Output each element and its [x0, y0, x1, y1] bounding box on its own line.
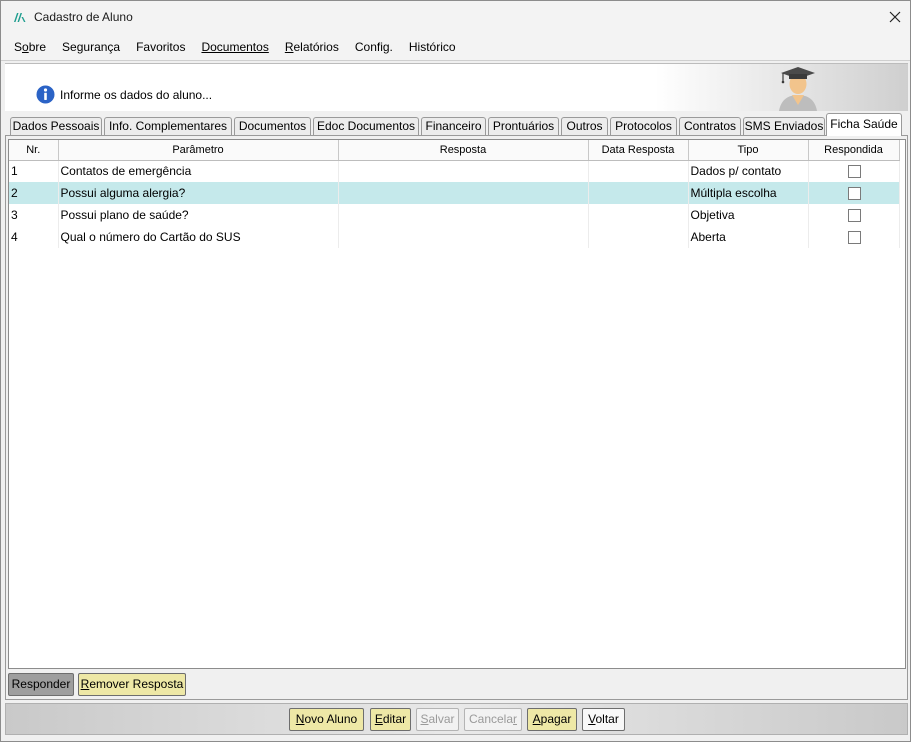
- app-logo-icon: [14, 13, 26, 22]
- tab-outros[interactable]: Outros: [561, 117, 608, 136]
- title-bar: Cadastro de Aluno: [1, 1, 910, 34]
- cell-tipo[interactable]: Aberta: [688, 226, 809, 248]
- cell-data-resposta[interactable]: [588, 204, 689, 226]
- respondida-checkbox[interactable]: [848, 187, 861, 201]
- voltar-button[interactable]: Voltar: [582, 708, 625, 731]
- menu-seguranca[interactable]: Segurança: [54, 40, 128, 54]
- editar-button[interactable]: Editar: [370, 708, 411, 731]
- cell-tipo[interactable]: Objetiva: [688, 204, 809, 226]
- cell-nr[interactable]: 3: [9, 204, 59, 226]
- col-header-nr[interactable]: Nr.: [9, 140, 59, 161]
- apagar-button[interactable]: Apagar: [527, 708, 577, 731]
- col-header-resposta[interactable]: Resposta: [338, 140, 589, 161]
- cell-tipo[interactable]: Múltipla escolha: [688, 182, 809, 204]
- info-banner: Informe os dados do aluno...: [5, 63, 908, 111]
- cell-resposta[interactable]: [338, 160, 589, 182]
- cell-nr[interactable]: 1: [9, 160, 59, 182]
- tab-panel-ficha-saude: Nr. Parâmetro Resposta Data Resposta Tip…: [5, 135, 908, 700]
- footer-toolbar: Novo Aluno Editar Salvar Cancelar Apagar…: [5, 703, 908, 735]
- info-message: Informe os dados do aluno...: [60, 88, 213, 102]
- cell-nr[interactable]: 4: [9, 226, 59, 248]
- col-header-parametro[interactable]: Parâmetro: [58, 140, 339, 161]
- menu-config[interactable]: Config.: [347, 40, 401, 54]
- tab-documentos[interactable]: Documentos: [234, 117, 311, 136]
- cell-resposta[interactable]: [338, 226, 589, 248]
- close-button[interactable]: [880, 1, 910, 33]
- remover-resposta-button[interactable]: Remover Resposta: [78, 673, 186, 696]
- cell-data-resposta[interactable]: [588, 226, 689, 248]
- cell-tipo[interactable]: Dados p/ contato: [688, 160, 809, 182]
- cell-respondida: [808, 160, 900, 182]
- tab-protocolos[interactable]: Protocolos: [610, 117, 677, 136]
- salvar-button[interactable]: Salvar: [416, 708, 459, 731]
- cancelar-button[interactable]: Cancelar: [464, 708, 522, 731]
- menu-favoritos[interactable]: Favoritos: [128, 40, 193, 54]
- cell-data-resposta[interactable]: [588, 182, 689, 204]
- col-header-tipo[interactable]: Tipo: [688, 140, 809, 161]
- respondida-checkbox[interactable]: [848, 165, 861, 179]
- tab-edoc-documentos[interactable]: Edoc Documentos: [313, 117, 419, 136]
- responder-button[interactable]: Responder: [8, 673, 74, 696]
- cell-data-resposta[interactable]: [588, 160, 689, 182]
- cell-parametro[interactable]: Possui alguma alergia?: [58, 182, 339, 204]
- tab-financeiro[interactable]: Financeiro: [421, 117, 486, 136]
- cell-parametro[interactable]: Qual o número do Cartão do SUS: [58, 226, 339, 248]
- cell-respondida: [808, 182, 900, 204]
- grid-header-row: Nr. Parâmetro Resposta Data Resposta Tip…: [9, 140, 900, 161]
- graduate-avatar-icon: [779, 67, 817, 111]
- col-header-data-resposta[interactable]: Data Resposta: [588, 140, 689, 161]
- menu-bar: Sobre Segurança Favoritos Documentos Rel…: [1, 34, 910, 61]
- tab-ficha-saude[interactable]: Ficha Saúde: [826, 113, 902, 136]
- menu-relatorios[interactable]: Relatórios: [277, 40, 347, 54]
- cell-resposta[interactable]: [338, 182, 589, 204]
- tab-contratos[interactable]: Contratos: [679, 117, 741, 136]
- table-row[interactable]: 1 Contatos de emergência Dados p/ contat…: [9, 160, 900, 182]
- health-questions-grid[interactable]: Nr. Parâmetro Resposta Data Resposta Tip…: [8, 139, 906, 669]
- cell-nr[interactable]: 2: [9, 182, 59, 204]
- table-row[interactable]: 3 Possui plano de saúde? Objetiva: [9, 204, 900, 226]
- menu-historico[interactable]: Histórico: [401, 40, 464, 54]
- respondida-checkbox[interactable]: [848, 231, 861, 245]
- tab-dados-pessoais[interactable]: Dados Pessoais: [10, 117, 102, 136]
- col-header-respondida[interactable]: Respondida: [808, 140, 900, 161]
- tab-bar: Dados Pessoais Info. Complementares Docu…: [7, 113, 906, 136]
- respondida-checkbox[interactable]: [848, 209, 861, 223]
- window-title: Cadastro de Aluno: [34, 10, 133, 24]
- cell-respondida: [808, 226, 900, 248]
- menu-documentos[interactable]: Documentos: [193, 40, 276, 54]
- grid-table: Nr. Parâmetro Resposta Data Resposta Tip…: [9, 140, 900, 248]
- table-row[interactable]: 4 Qual o número do Cartão do SUS Aberta: [9, 226, 900, 248]
- menu-sobre[interactable]: Sobre: [6, 40, 54, 54]
- tab-info-complementares[interactable]: Info. Complementares: [104, 117, 232, 136]
- cell-parametro[interactable]: Contatos de emergência: [58, 160, 339, 182]
- novo-aluno-button[interactable]: Novo Aluno: [289, 708, 364, 731]
- cell-parametro[interactable]: Possui plano de saúde?: [58, 204, 339, 226]
- table-row[interactable]: 2 Possui alguma alergia? Múltipla escolh…: [9, 182, 900, 204]
- cell-resposta[interactable]: [338, 204, 589, 226]
- app-window: Cadastro de Aluno Sobre Segurança Favori…: [0, 0, 911, 742]
- tab-sms-enviados[interactable]: SMS Enviados: [743, 117, 825, 136]
- close-icon: [889, 11, 901, 23]
- cell-respondida: [808, 204, 900, 226]
- info-icon: [36, 85, 55, 104]
- tab-prontuarios[interactable]: Prontuários: [488, 117, 559, 136]
